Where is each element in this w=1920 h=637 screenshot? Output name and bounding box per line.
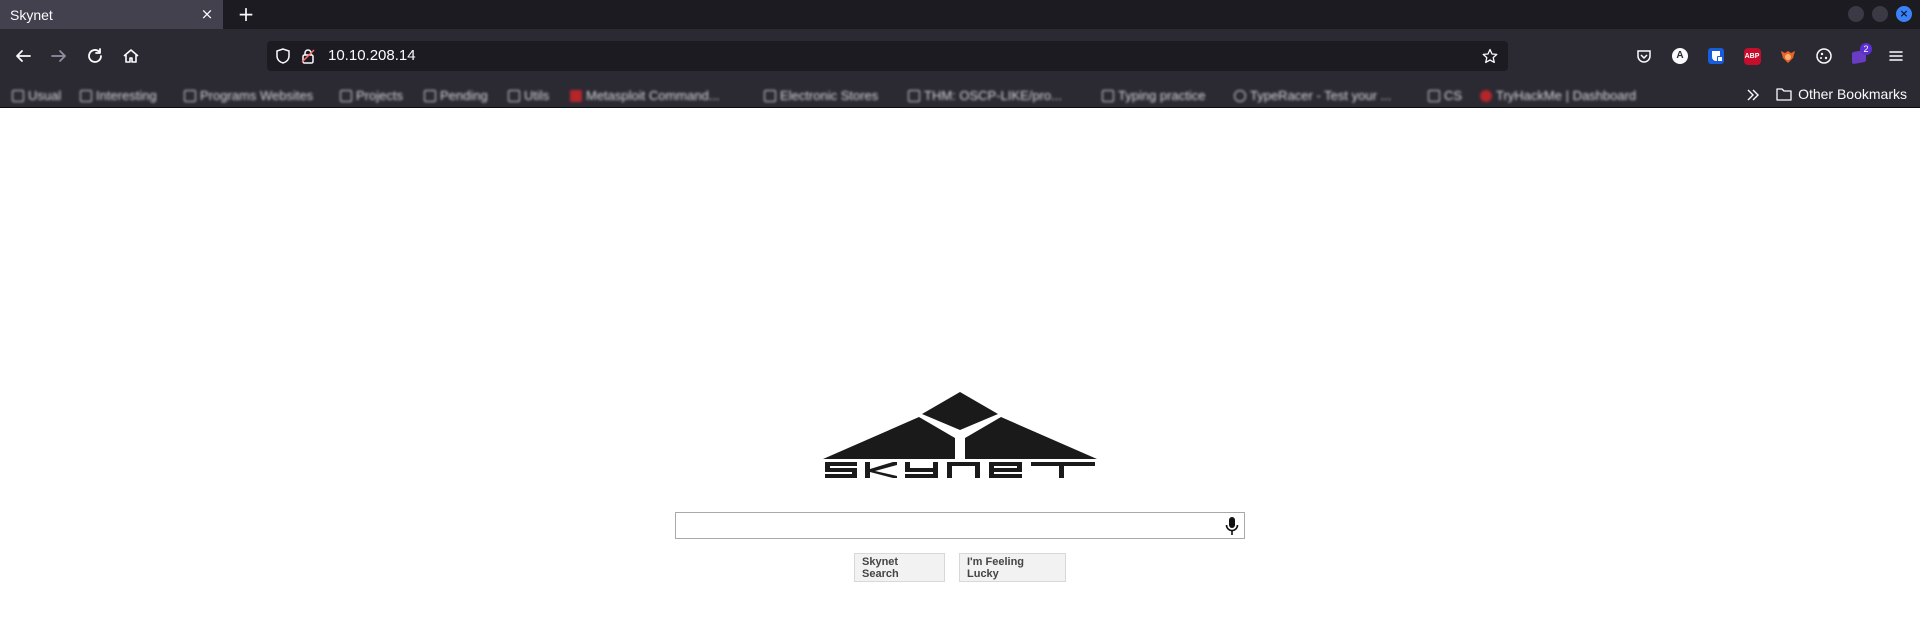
skynet-search-button[interactable]: Skynet Search [854, 553, 945, 582]
favicon-icon [1102, 89, 1114, 102]
tab-close-icon[interactable]: × [199, 6, 215, 22]
chevron-double-right-icon[interactable] [1745, 87, 1761, 103]
favicon-icon [908, 89, 920, 102]
tab-active[interactable]: Skynet × [0, 0, 223, 29]
app-menu-button[interactable] [1886, 46, 1906, 66]
feeling-lucky-button[interactable]: I'm Feeling Lucky [959, 553, 1066, 582]
folder-icon [340, 89, 352, 102]
bookmark-link[interactable]: TryHackMe | Dashboard [1480, 87, 1636, 104]
tracking-protection-icon[interactable] [275, 48, 291, 64]
cookie-icon[interactable] [1814, 46, 1834, 66]
bookmark-folder[interactable]: Interesting [80, 87, 157, 104]
bookmarks-toolbar: Usual Interesting Programs Websites Proj… [0, 83, 1920, 108]
folder-icon [184, 89, 196, 102]
folder-icon [12, 89, 24, 102]
maximize-button[interactable] [1872, 6, 1888, 22]
bookmark-folder[interactable]: Programs Websites [184, 87, 313, 104]
back-button[interactable] [12, 45, 34, 67]
close-window-button[interactable]: × [1896, 6, 1912, 22]
wappalyzer-icon[interactable]: 2 [1850, 43, 1872, 66]
home-button[interactable] [120, 45, 142, 67]
home-icon [123, 49, 139, 63]
folder-icon [1776, 88, 1792, 101]
microphone-icon[interactable] [1224, 516, 1240, 536]
search-input[interactable] [675, 512, 1245, 539]
bookmark-folder[interactable]: Usual [12, 87, 61, 104]
folder-icon [508, 89, 520, 102]
insecure-lock-icon[interactable] [300, 48, 316, 64]
forward-icon [51, 50, 66, 62]
bookmark-folder[interactable]: Electronic Stores [764, 87, 878, 104]
reload-icon [88, 48, 102, 63]
foxyproxy-icon[interactable] [1778, 46, 1798, 66]
bookmark-link[interactable]: THM: OSCP-LIKE/pro... [908, 87, 1062, 104]
bookmark-folder[interactable]: Projects [340, 87, 403, 104]
favicon-icon [1234, 89, 1246, 102]
other-bookmarks-label: Other Bookmarks [1798, 86, 1907, 102]
menu-icon [1889, 51, 1903, 61]
url-bar[interactable]: 10.10.208.14 [267, 41, 1508, 71]
back-icon [16, 50, 31, 62]
new-tab-button[interactable]: + [236, 3, 256, 25]
bookmark-link[interactable]: Metasploit Command... [570, 87, 720, 104]
reload-button[interactable] [84, 45, 106, 67]
bookmark-folder[interactable]: Pending [424, 87, 488, 104]
tab-title: Skynet [10, 6, 53, 23]
favicon-icon [570, 89, 582, 102]
bookmark-folder[interactable]: Utils [508, 87, 549, 104]
bitwarden-icon[interactable] [1706, 46, 1726, 66]
folder-icon [80, 89, 92, 102]
extension-badge: 2 [1860, 43, 1872, 55]
forward-button[interactable] [48, 45, 70, 67]
extension-a-icon[interactable]: A [1670, 46, 1690, 66]
page-content: Skynet Search I'm Feeling Lucky [0, 108, 1920, 637]
favicon-icon [1480, 89, 1492, 102]
url-text[interactable]: 10.10.208.14 [328, 47, 416, 64]
minimize-button[interactable] [1848, 6, 1864, 22]
bookmark-star-icon[interactable] [1482, 48, 1498, 64]
folder-icon [1428, 89, 1440, 102]
bookmark-folder[interactable]: CS [1428, 87, 1462, 104]
folder-icon [764, 89, 776, 102]
other-bookmarks[interactable]: Other Bookmarks [1776, 86, 1907, 102]
navigation-toolbar: 10.10.208.14 A ABP 2 [0, 29, 1920, 83]
skynet-logo [823, 392, 1097, 478]
pocket-icon[interactable] [1634, 46, 1654, 66]
bookmark-link[interactable]: TypeRacer - Test your ... [1234, 87, 1391, 104]
bookmark-link[interactable]: Typing practice [1102, 87, 1205, 104]
tab-strip: Skynet × + × [0, 0, 1920, 29]
folder-icon [424, 89, 436, 102]
adblock-plus-icon[interactable]: ABP [1742, 46, 1762, 66]
